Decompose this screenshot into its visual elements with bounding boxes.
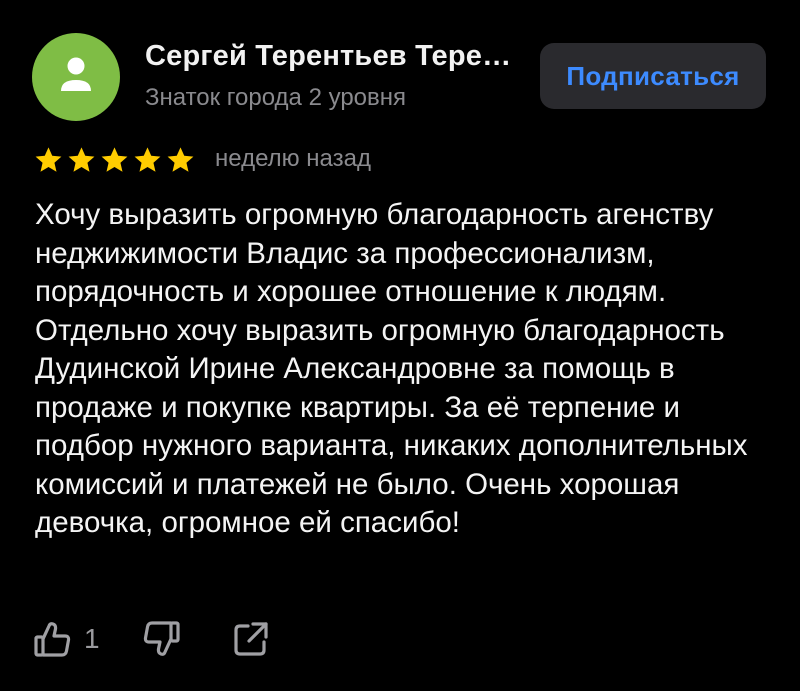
like-count: 1 (84, 623, 100, 654)
rating-stars (33, 145, 196, 177)
star-icon (134, 147, 161, 172)
share-icon[interactable] (230, 618, 272, 660)
user-silhouette-icon (61, 57, 91, 91)
star-icon (68, 147, 95, 172)
thumbs-up-icon[interactable] (32, 618, 74, 660)
avatar[interactable] (32, 33, 120, 121)
star-icon (101, 147, 128, 172)
subscribe-button[interactable]: Подписаться (540, 43, 766, 109)
author-level: Знаток города 2 уровня (145, 84, 407, 111)
review-text: Хочу выразить огромную благодарность аге… (35, 198, 748, 539)
star-icon (35, 147, 62, 172)
star-icon (167, 147, 194, 172)
review-card: Сергей Терентьев Тере… Знаток города 2 у… (0, 0, 800, 691)
review-date: неделю назад (215, 145, 371, 172)
author-name[interactable]: Сергей Терентьев Тере… (145, 40, 511, 73)
review-actions: 1 (32, 614, 272, 664)
thumbs-down-icon[interactable] (140, 618, 182, 660)
